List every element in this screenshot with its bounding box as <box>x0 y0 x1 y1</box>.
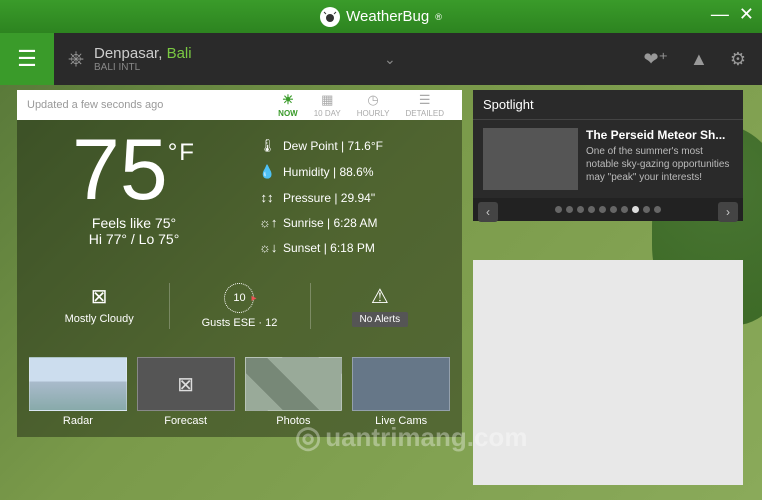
ad-placeholder <box>473 260 743 485</box>
photos-tile[interactable]: Photos <box>245 357 343 427</box>
carousel-dot[interactable] <box>610 206 617 213</box>
menu-button[interactable]: ☰ <box>0 33 54 85</box>
livecams-thumb <box>352 357 450 411</box>
thermometer-icon: 🌡 <box>259 138 275 154</box>
settings-icon[interactable]: ⚙ <box>730 49 746 70</box>
tab-detailed[interactable]: ☰DETAILED <box>397 92 452 118</box>
radar-tile[interactable]: Radar <box>29 357 127 427</box>
app-name: WeatherBug <box>346 8 429 25</box>
no-alerts-badge: No Alerts <box>352 312 409 327</box>
spotlight-heading: Spotlight <box>473 90 743 120</box>
close-button[interactable]: ✕ <box>739 4 754 25</box>
tab-hourly[interactable]: ◷HOURLY <box>349 92 398 118</box>
warning-icon: ⚠ <box>314 283 446 309</box>
title-bar: WeatherBug® — ✕ <box>0 0 762 33</box>
spotlight-carousel: ‹ › <box>473 198 743 221</box>
bug-icon <box>320 7 340 27</box>
calendar-icon: ▦ <box>321 92 333 108</box>
carousel-dot[interactable] <box>588 206 595 213</box>
tab-10day[interactable]: ▦10 DAY <box>306 92 349 118</box>
carousel-dot[interactable] <box>643 206 650 213</box>
radar-thumb <box>29 357 127 411</box>
carousel-prev[interactable]: ‹ <box>478 202 498 222</box>
spotlight-item[interactable]: The Perseid Meteor Sh... One of the summ… <box>473 120 743 198</box>
chevron-down-icon: ⌄ <box>384 51 396 68</box>
carousel-next[interactable]: › <box>718 202 738 222</box>
location-selector[interactable]: ⎈ Denpasar, Bali BALI INTL ⌄ <box>54 45 643 73</box>
carousel-dot[interactable] <box>632 206 639 213</box>
carousel-dot[interactable] <box>566 206 573 213</box>
spotlight-image <box>483 128 578 190</box>
top-bar: ☰ ⎈ Denpasar, Bali BALI INTL ⌄ ❤⁺ ▲ ⚙ <box>0 33 762 85</box>
forecast-tile[interactable]: ⊠ Forecast <box>137 357 235 427</box>
forecast-thumb: ⊠ <box>137 357 235 411</box>
cloudy-icon: ⊠ <box>33 283 165 309</box>
carousel-dot[interactable] <box>599 206 606 213</box>
sunset-icon: ☼↓ <box>259 240 275 255</box>
sun-icon: ☀ <box>282 92 294 108</box>
feels-like: Feels like 75° <box>29 215 239 231</box>
alert-icon[interactable]: ▲ <box>690 49 708 70</box>
alerts-cell[interactable]: ⚠ No Alerts <box>310 275 450 337</box>
tab-now[interactable]: ☀NOW <box>270 92 306 118</box>
sunset: Sunset | 6:18 PM <box>283 241 375 255</box>
humidity: Humidity | 88.6% <box>283 165 374 179</box>
spotlight-title: The Perseid Meteor Sh... <box>586 128 733 142</box>
spotlight-panel: Spotlight The Perseid Meteor Sh... One o… <box>473 90 743 221</box>
content-area: Updated a few seconds ago ☀NOW ▦10 DAY ◷… <box>0 85 762 500</box>
add-location-icon[interactable]: ❤⁺ <box>643 49 668 70</box>
pressure-icon: ↕↕ <box>259 190 275 205</box>
compass-icon: 10 <box>224 283 254 313</box>
pressure: Pressure | 29.94" <box>283 191 375 205</box>
photos-thumb <box>245 357 343 411</box>
clock-icon: ◷ <box>367 92 378 108</box>
thumbnail-row: Radar ⊠ Forecast Photos Live Cams <box>17 349 462 437</box>
minimize-button[interactable]: — <box>711 4 729 25</box>
hi-lo: Hi 77° / Lo 75° <box>29 231 239 247</box>
app-logo: WeatherBug® <box>320 7 442 27</box>
spotlight-desc: One of the summer's most notable sky-gaz… <box>586 145 733 184</box>
carousel-dot[interactable] <box>654 206 661 213</box>
current-temp: 75°F <box>29 132 239 209</box>
dewpoint: Dew Point | 71.6°F <box>283 139 383 153</box>
wind-cell: 10 Gusts ESE · 12 <box>169 275 309 337</box>
carousel-dot[interactable] <box>621 206 628 213</box>
updated-text: Updated a few seconds ago <box>27 99 270 111</box>
carousel-dot[interactable] <box>577 206 584 213</box>
droplet-icon: 💧 <box>259 164 275 180</box>
list-icon: ☰ <box>419 92 431 108</box>
hamburger-icon: ☰ <box>17 46 37 72</box>
sunrise: Sunrise | 6:28 AM <box>283 216 378 230</box>
pin-icon: ⎈ <box>68 48 84 71</box>
livecams-tile[interactable]: Live Cams <box>352 357 450 427</box>
weather-panel: Updated a few seconds ago ☀NOW ▦10 DAY ◷… <box>17 90 462 437</box>
sunrise-icon: ☼↑ <box>259 215 275 230</box>
location-sub: BALI INTL <box>94 62 192 73</box>
carousel-dot[interactable] <box>555 206 562 213</box>
condition-cell: ⊠ Mostly Cloudy <box>29 275 169 337</box>
